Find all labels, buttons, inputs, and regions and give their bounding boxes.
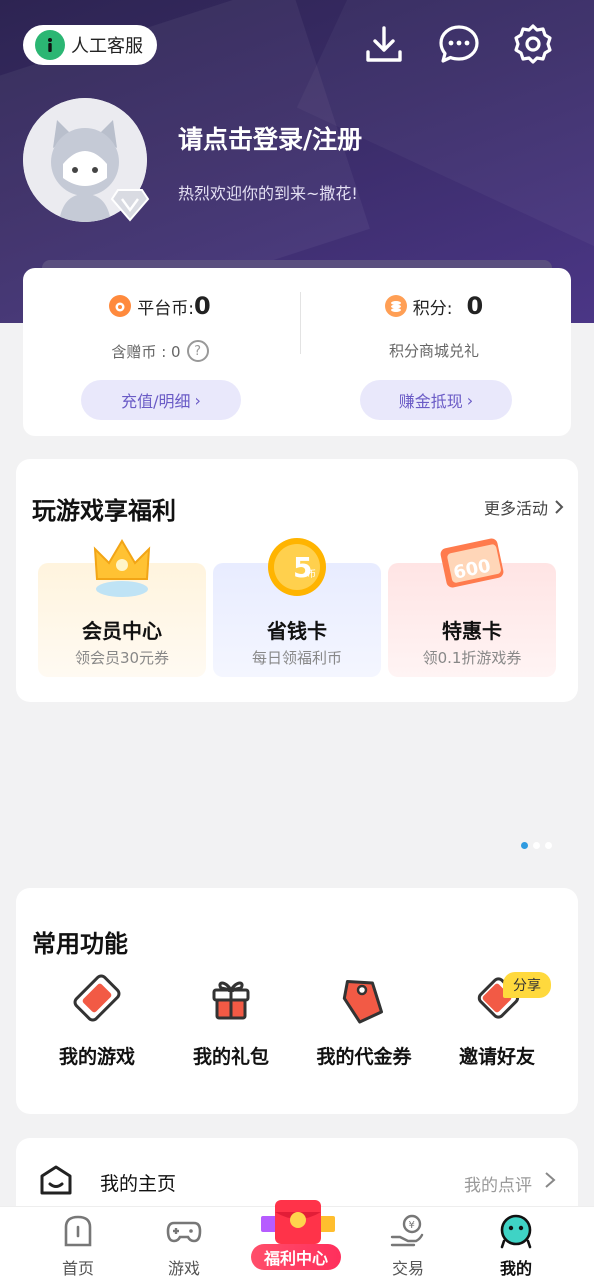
tab-mine-label: 我的 — [499, 1259, 532, 1278]
tab-games[interactable]: 游戏 — [139, 1207, 229, 1280]
pagination-dot[interactable] — [533, 842, 540, 849]
trade-icon: ¥ — [390, 1214, 424, 1247]
crown-icon — [87, 535, 157, 603]
discount-card-subtitle: 领0.1折游戏券 — [422, 649, 522, 667]
points-value: 0 — [466, 292, 484, 320]
voucher-icon: 600 — [435, 535, 509, 601]
info-icon — [35, 30, 65, 60]
message-icon[interactable] — [437, 22, 481, 66]
saving-card-subtitle: 每日领福利币 — [251, 649, 342, 667]
wallet-card: 平台币: 0 含赠币 : 0 ? 充值/明细 › 积分: 0 积分商城兑礼 赚金… — [23, 268, 571, 436]
discount-card-title: 特惠卡 — [442, 619, 502, 643]
recharge-detail-button[interactable]: 充值/明细 › — [81, 380, 241, 420]
home-tab-icon — [64, 1215, 92, 1247]
my-games-item[interactable]: 我的游戏 — [32, 968, 162, 1069]
customer-service-button[interactable]: 人工客服 — [23, 25, 157, 65]
my-vouchers-item[interactable]: 我的代金券 — [299, 968, 429, 1069]
tab-trade[interactable]: ¥ 交易 — [363, 1207, 453, 1280]
member-center-subtitle: 领会员30元券 — [74, 649, 170, 667]
tab-trade-label: 交易 — [391, 1259, 424, 1278]
platform-coin-label: 平台币: — [137, 298, 195, 319]
platform-coin-icon — [109, 295, 132, 317]
svg-text:币: 币 — [307, 569, 316, 580]
my-reviews-label: 我的点评 — [464, 1176, 532, 1196]
tab-mine[interactable]: 我的 — [471, 1207, 561, 1280]
tab-home-label: 首页 — [61, 1259, 94, 1278]
game-card-icon — [67, 968, 127, 1028]
pagination-dot[interactable] — [521, 842, 528, 849]
platform-coin-section: 平台币: 0 含赠币 : 0 ? 充值/明细 › — [23, 268, 297, 436]
red-envelope-icon — [261, 1200, 335, 1244]
more-activities-label: 更多活动 — [483, 499, 548, 518]
tab-welfare-center[interactable]: 福利中心 — [245, 1196, 349, 1272]
login-register-link[interactable]: 请点击登录/注册 — [178, 120, 362, 156]
my-homepage-label: 我的主页 — [100, 1173, 177, 1195]
share-badge: 分享 — [503, 972, 551, 998]
help-icon[interactable]: ? — [186, 340, 209, 362]
member-center-title: 会员中心 — [82, 619, 162, 643]
svg-text:¥: ¥ — [409, 1220, 415, 1231]
vip-diamond-icon — [110, 186, 150, 222]
banner-pagination — [521, 842, 552, 849]
customer-service-label: 人工客服 — [71, 36, 143, 57]
points-label: 积分: — [412, 298, 453, 319]
gamepad-icon — [166, 1221, 202, 1243]
more-activities-link[interactable]: 更多活动 — [484, 495, 564, 519]
earn-cash-label: 赚金抵现 — [398, 392, 463, 411]
saving-card-item[interactable]: 5币 省钱卡 每日领福利币 — [213, 538, 381, 677]
download-icon[interactable] — [362, 22, 406, 66]
coin-icon: 5币 — [265, 535, 329, 603]
gift-icon — [201, 968, 261, 1028]
chevron-right-icon: › — [466, 390, 474, 410]
tab-games-label: 游戏 — [167, 1259, 200, 1278]
saving-card-title: 省钱卡 — [267, 619, 327, 643]
recharge-detail-label: 充值/明细 — [121, 392, 191, 411]
welfare-center-label: 福利中心 — [251, 1244, 341, 1270]
common-functions-card: 常用功能 我的游戏 我的礼包 我的代金券 邀请好友 分享 — [16, 888, 578, 1114]
voucher-tag-icon — [334, 968, 394, 1028]
welfare-card: 玩游戏享福利 更多活动 会员中心 领会员30元券 5币 省钱卡 每日领福利币 6… — [16, 459, 578, 702]
my-gifts-label: 我的礼包 — [192, 1046, 269, 1068]
welcome-text: 热烈欢迎你的到来~撒花! — [178, 184, 358, 203]
platform-coin-value: 0 — [194, 292, 211, 320]
member-center-item[interactable]: 会员中心 领会员30元券 — [38, 539, 206, 677]
welfare-title: 玩游戏享福利 — [32, 497, 176, 525]
common-functions-title: 常用功能 — [32, 930, 128, 958]
points-icon — [384, 295, 407, 317]
tab-home[interactable]: 首页 — [33, 1207, 123, 1280]
chevron-right-icon — [555, 500, 564, 514]
gift-coin-label: 含赠币 : 0 — [111, 342, 181, 361]
points-mall-link[interactable]: 积分商城兑礼 — [389, 340, 479, 361]
my-vouchers-label: 我的代金券 — [316, 1046, 412, 1068]
chevron-right-icon: › — [194, 390, 201, 410]
discount-card-item[interactable]: 600 特惠卡 领0.1折游戏券 — [388, 538, 556, 677]
pagination-dot[interactable] — [545, 842, 552, 849]
chevron-right-icon — [545, 1172, 556, 1188]
home-icon — [40, 1165, 72, 1195]
mine-face-icon — [500, 1214, 532, 1249]
my-games-label: 我的游戏 — [58, 1046, 135, 1068]
my-gifts-item[interactable]: 我的礼包 — [166, 968, 296, 1069]
invite-friends-label: 邀请好友 — [458, 1046, 535, 1068]
points-section: 积分: 0 积分商城兑礼 赚金抵现 › — [297, 268, 571, 436]
earn-cash-button[interactable]: 赚金抵现 › — [360, 380, 512, 420]
settings-icon[interactable] — [511, 22, 555, 66]
